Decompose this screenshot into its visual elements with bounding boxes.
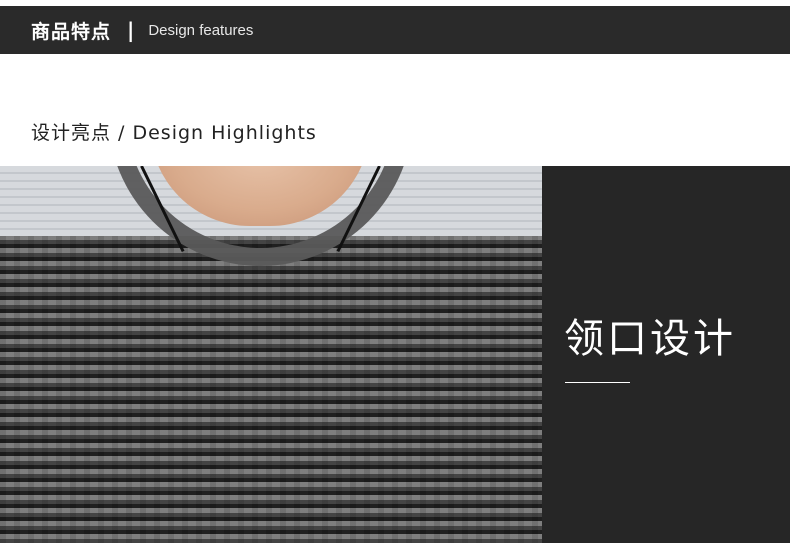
feature-underline bbox=[565, 382, 630, 383]
header-separator: | bbox=[127, 18, 135, 42]
shirt-collar bbox=[108, 166, 413, 266]
section-title: 设计亮点 / Design Highlights bbox=[31, 122, 317, 144]
product-photo bbox=[0, 166, 542, 543]
feature-panel: 领口设计 bbox=[542, 166, 790, 543]
header-bar: 商品特点 | Design features bbox=[0, 6, 790, 54]
feature-title: 领口设计 bbox=[564, 316, 736, 362]
header-title: 商品特点 bbox=[31, 20, 112, 43]
header-subtitle: Design features bbox=[148, 21, 254, 39]
